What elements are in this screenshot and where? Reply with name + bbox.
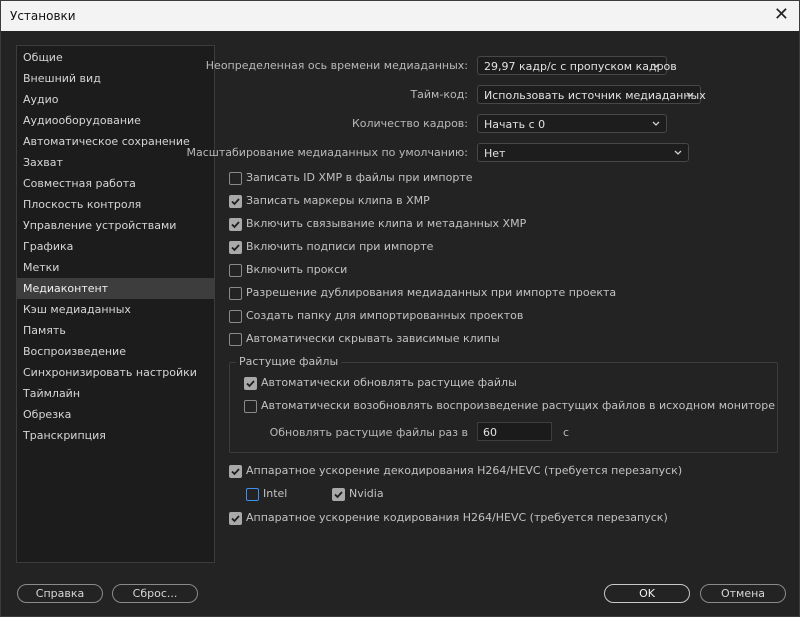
checkbox-box[interactable] (229, 333, 242, 346)
default-scale-label: Масштабирование медиаданных по умолчанию… (186, 146, 468, 159)
reset-button[interactable]: Сброс... (112, 584, 198, 603)
checkmark-icon (231, 198, 240, 206)
timebase-dropdown[interactable]: 29,97 кадр/с с пропуском кадров (477, 56, 677, 75)
checkbox-box[interactable] (244, 377, 257, 390)
hw-encode-label: Аппаратное ускорение кодирования H264/HE… (246, 511, 668, 524)
default-scale-value: Нет (484, 147, 506, 160)
checkmark-icon (231, 515, 240, 523)
sidebar-item[interactable]: Общие (17, 47, 214, 68)
sidebar-item[interactable]: Воспроизведение (17, 341, 214, 362)
sidebar-item[interactable]: Синхронизировать настройки (17, 362, 214, 383)
timecode-value: Использовать источник медиаданных (484, 89, 706, 102)
refresh-interval-label: Обновлять растущие файлы раз в (269, 426, 468, 439)
checkbox-box[interactable] (229, 172, 242, 185)
chevron-down-icon (652, 63, 660, 68)
checkbox-box[interactable] (229, 512, 242, 525)
checkmark-icon (231, 221, 240, 229)
frame-count-label: Количество кадров: (351, 117, 468, 130)
sidebar-item[interactable]: Таймлайн (17, 383, 214, 404)
checkmark-icon (231, 468, 240, 476)
checkbox-box[interactable] (229, 264, 242, 277)
sidebar-item[interactable]: Память (17, 320, 214, 341)
checkbox-box[interactable] (229, 195, 242, 208)
preferences-dialog: Установки ✕ Общие Внешний вид Аудио Аудиооб… (0, 0, 800, 617)
sidebar-item[interactable]: Медиаконтент (17, 278, 214, 299)
close-icon[interactable]: ✕ (774, 4, 789, 25)
chevron-down-icon (652, 121, 660, 126)
ok-button[interactable]: OK (604, 584, 690, 603)
checkbox-box[interactable] (246, 488, 259, 501)
chevron-down-icon (674, 150, 682, 155)
sidebar-item[interactable]: Совместная работа (17, 173, 214, 194)
window-title: Установки (10, 9, 76, 23)
checkbox-box[interactable] (229, 287, 242, 300)
checkmark-icon (334, 491, 343, 499)
option-label: Включить связывание клипа и метаданных X… (246, 217, 527, 230)
option-label: Автоматически скрывать зависимые клипы (246, 332, 500, 345)
sidebar-item[interactable]: Внешний вид (17, 68, 214, 89)
auto-refresh-growing-label: Автоматически обновлять растущие файлы (261, 376, 517, 389)
option-label: Записать маркеры клипа в XMP (246, 194, 430, 207)
checkbox-box[interactable] (229, 218, 242, 231)
timebase-value: 29,97 кадр/с с пропуском кадров (484, 60, 677, 73)
option-label: Разрешение дублирования медиаданных при … (246, 286, 617, 299)
timecode-dropdown[interactable]: Использовать источник медиаданных (477, 85, 706, 104)
sidebar-item[interactable]: Плоскость контроля (17, 194, 214, 215)
timebase-label: Неопределенная ось времени медиаданных: (205, 59, 468, 72)
title-bar: Установки ✕ (1, 1, 799, 31)
auto-resume-growing-label: Автоматически возобновлять воспроизведен… (261, 399, 775, 412)
option-label: Создать папку для импортированных проект… (246, 309, 524, 322)
checkbox-box[interactable] (229, 310, 242, 323)
refresh-interval-unit: с (563, 426, 570, 439)
checkmark-icon (231, 244, 240, 252)
sidebar-item[interactable]: Управление устройствами (17, 215, 214, 236)
sidebar-item[interactable]: Аудиооборудование (17, 110, 214, 131)
growing-files-title: Растущие файлы (236, 355, 342, 368)
sidebar-item[interactable]: Транскрипция (17, 425, 214, 446)
checkbox-box[interactable] (244, 400, 257, 413)
frame-count-dropdown[interactable]: Начать с 0 (477, 114, 667, 133)
checkbox-box[interactable] (332, 488, 345, 501)
checkbox-box[interactable] (229, 241, 242, 254)
sidebar-item[interactable]: Метки (17, 257, 214, 278)
option-label: Включить прокси (246, 263, 348, 276)
nvidia-label: Nvidia (349, 487, 384, 500)
sidebar-item[interactable]: Захват (17, 152, 214, 173)
option-label: Записать ID XMP в файлы при импорте (246, 171, 473, 184)
cancel-button[interactable]: Отмена (700, 584, 786, 603)
category-list: Общие Внешний вид Аудио Аудиооборудование Ав… (16, 45, 215, 563)
sidebar-item[interactable]: Графика (17, 236, 214, 257)
refresh-interval-input[interactable]: 60 (477, 422, 552, 441)
option-label: Включить подписи при импорте (246, 240, 434, 253)
refresh-interval-value: 60 (483, 426, 497, 439)
frame-count-value: Начать с 0 (484, 118, 546, 131)
default-scale-dropdown[interactable]: Нет (477, 143, 689, 162)
sidebar-item[interactable]: Кэш медиаданных (17, 299, 214, 320)
sidebar-item[interactable]: Аудио (17, 89, 214, 110)
intel-label: Intel (263, 487, 288, 500)
sidebar-item[interactable]: Автоматическое сохранение (17, 131, 214, 152)
sidebar-item[interactable]: Обрезка (17, 404, 214, 425)
checkbox-box[interactable] (229, 465, 242, 478)
help-button[interactable]: Справка (17, 584, 103, 603)
checkmark-icon (246, 380, 255, 388)
hw-decode-label: Аппаратное ускорение декодирования H264/… (246, 464, 683, 477)
timecode-label: Тайм-код: (410, 88, 468, 101)
chevron-down-icon (686, 92, 694, 97)
